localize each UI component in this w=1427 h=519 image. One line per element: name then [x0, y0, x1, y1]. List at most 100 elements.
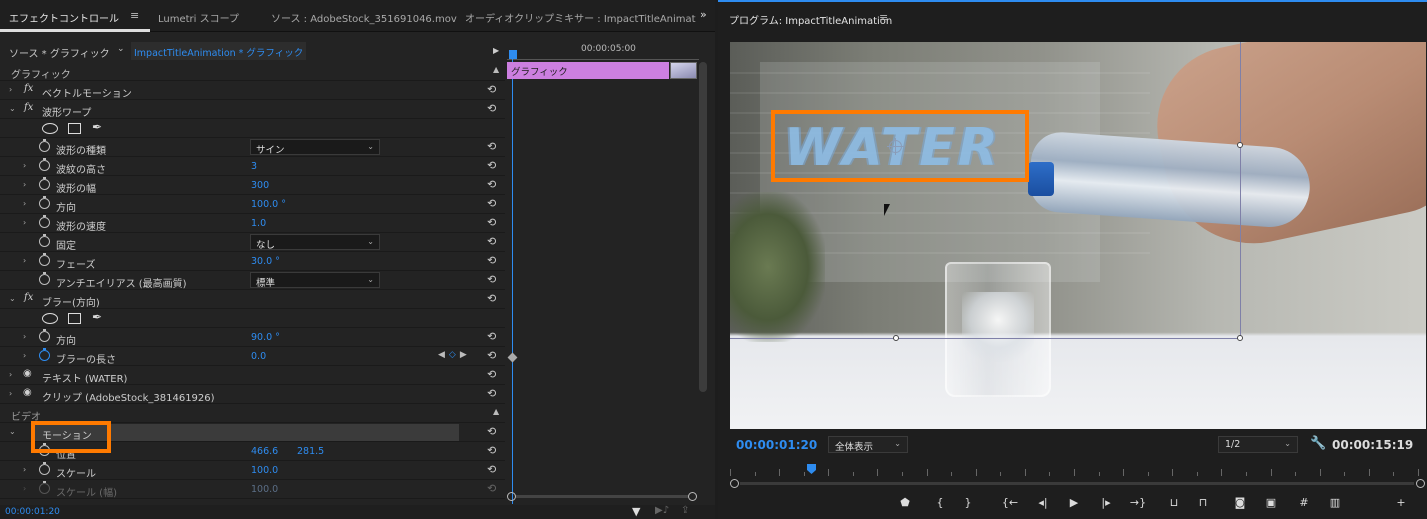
clip-transition-thumb[interactable] — [670, 62, 697, 79]
stopwatch-icon[interactable] — [39, 253, 50, 266]
blur-length-value[interactable]: 0.0 — [251, 351, 266, 362]
reset-icon[interactable]: ⟲ — [487, 140, 496, 153]
twirl-right-icon[interactable]: › — [23, 256, 26, 265]
reset-icon[interactable]: ⟲ — [487, 159, 496, 172]
mark-in-button[interactable]: { — [930, 496, 950, 509]
anchor-point-icon[interactable] — [887, 138, 904, 155]
keyframe-navigator[interactable]: ◀◇▶ — [438, 350, 471, 360]
prev-keyframe-icon[interactable]: ◀ — [438, 350, 449, 360]
tab-audio-clip-mixer[interactable]: オーディオクリップミキサー : ImpactTitleAnimat — [465, 10, 696, 25]
twirl-right-icon[interactable]: › — [23, 199, 26, 208]
timeline-zoom-scrollbar[interactable] — [507, 492, 699, 501]
position-x-value[interactable]: 466.6 — [251, 446, 278, 457]
reset-icon[interactable]: ⟲ — [487, 463, 496, 476]
wrench-icon[interactable]: 🔧 — [1310, 436, 1326, 451]
transform-handle[interactable] — [1237, 142, 1243, 148]
position-y-value[interactable]: 281.5 — [297, 446, 324, 457]
scroll-end-knob[interactable] — [1416, 479, 1425, 488]
reset-icon[interactable]: ⟲ — [487, 83, 496, 96]
pen-mask-icon[interactable]: ✒ — [92, 310, 102, 324]
twirl-right-icon[interactable]: › — [23, 484, 26, 493]
stopwatch-icon[interactable] — [39, 139, 50, 152]
reset-icon[interactable]: ⟲ — [487, 102, 496, 115]
layer-row-text[interactable]: › ◉ テキスト (WATER) ⟲ — [0, 366, 505, 385]
graphic-clip-bar[interactable]: グラフィック — [507, 62, 669, 79]
step-back-button[interactable]: ◂| — [1033, 496, 1053, 509]
program-video-frame[interactable]: WATER — [730, 42, 1426, 429]
export-icon[interactable]: ⇪ — [681, 505, 689, 516]
stopwatch-icon[interactable] — [39, 234, 50, 247]
chevron-down-icon[interactable]: ⌄ — [117, 44, 125, 54]
export-frame-button[interactable]: ◙ — [1230, 496, 1250, 509]
twirl-down-icon[interactable]: ⌄ — [9, 104, 16, 113]
stopwatch-icon[interactable] — [39, 329, 50, 342]
eye-icon[interactable]: ◉ — [23, 387, 32, 398]
stopwatch-icon[interactable] — [39, 481, 50, 494]
reset-icon[interactable]: ⟲ — [487, 273, 496, 286]
timeline-ruler[interactable] — [507, 54, 699, 60]
stopwatch-icon[interactable] — [39, 215, 50, 228]
fx-icon[interactable]: fx — [24, 83, 33, 94]
tab-effect-controls[interactable]: エフェクトコントロール — [9, 10, 119, 25]
twirl-down-icon[interactable]: ⌄ — [9, 294, 16, 303]
button-editor-add-button[interactable]: + — [1391, 496, 1411, 509]
stopwatch-icon[interactable] — [39, 272, 50, 285]
wave-height-value[interactable]: 3 — [251, 161, 257, 172]
scale-value[interactable]: 100.0 — [251, 465, 278, 476]
comparison-view-button[interactable]: ▣ — [1261, 496, 1281, 509]
blur-direction-value[interactable]: 90.0 ° — [251, 332, 280, 343]
mark-out-button[interactable]: } — [958, 496, 978, 509]
go-to-in-button[interactable]: {← — [1000, 496, 1020, 509]
twirl-right-icon[interactable]: › — [9, 389, 12, 398]
play-audio-icon[interactable]: ▶♪ — [655, 505, 669, 516]
phase-value[interactable]: 30.0 ° — [251, 256, 280, 267]
pinning-select[interactable]: なし ⌄ — [250, 234, 380, 251]
twirl-right-icon[interactable]: › — [23, 351, 26, 360]
scrollbar-thumb[interactable] — [699, 62, 707, 392]
twirl-right-icon[interactable]: › — [23, 218, 26, 227]
reset-icon[interactable]: ⟲ — [487, 235, 496, 248]
fx-icon[interactable]: fx — [24, 292, 33, 303]
effect-row-vector-motion[interactable]: › fx ベクトルモーション ⟲ — [0, 81, 505, 100]
scale-width-value[interactable]: 100.0 — [251, 484, 278, 495]
playhead-icon[interactable] — [807, 464, 816, 474]
twirl-right-icon[interactable]: › — [9, 370, 12, 379]
reset-icon[interactable]: ⟲ — [487, 444, 496, 457]
antialias-select[interactable]: 標準 ⌄ — [250, 272, 380, 289]
playhead-timecode[interactable]: 00:00:01:20 — [736, 438, 817, 452]
twirl-right-icon[interactable]: › — [23, 465, 26, 474]
rectangle-mask-icon[interactable] — [68, 313, 81, 324]
reset-icon[interactable]: ⟲ — [487, 197, 496, 210]
effect-row-wave-warp[interactable]: ⌄ fx 波形ワープ ⟲ — [0, 100, 505, 119]
step-forward-button[interactable]: |▸ — [1096, 496, 1116, 509]
vertical-scrollbar[interactable] — [699, 62, 707, 392]
collapse-up-icon[interactable]: ▲ — [493, 65, 499, 74]
twirl-right-icon[interactable]: › — [23, 161, 26, 170]
effect-row-directional-blur[interactable]: ⌄ fx ブラー(方向) ⟲ — [0, 290, 505, 309]
playhead-icon[interactable] — [509, 50, 517, 59]
pen-mask-icon[interactable]: ✒ — [92, 120, 102, 134]
sequence-clip-label[interactable]: ImpactTitleAnimation * グラフィック — [131, 42, 306, 60]
next-keyframe-icon[interactable]: ▶ — [460, 350, 471, 360]
scroll-end-knob[interactable] — [688, 492, 697, 501]
rectangle-mask-icon[interactable] — [68, 123, 81, 134]
reset-icon[interactable]: ⟲ — [487, 368, 496, 381]
show-timeline-toggle-icon[interactable]: ▶ — [493, 46, 499, 55]
filter-icon[interactable]: ▼ — [632, 505, 640, 518]
tab-lumetri-scopes[interactable]: Lumetri スコープ — [158, 10, 239, 25]
keyframe-diamond-icon[interactable] — [507, 352, 518, 363]
reset-icon[interactable]: ⟲ — [487, 349, 496, 362]
twirl-right-icon[interactable]: › — [23, 180, 26, 189]
go-to-out-button[interactable]: →} — [1128, 496, 1148, 509]
multi-camera-button[interactable]: ▥ — [1325, 496, 1345, 509]
play-button[interactable]: ▶ — [1064, 496, 1084, 509]
reset-icon[interactable]: ⟲ — [487, 482, 496, 495]
program-zoom-scrollbar[interactable] — [730, 479, 1426, 489]
add-keyframe-icon[interactable]: ◇ — [449, 350, 460, 360]
reset-icon[interactable]: ⟲ — [487, 425, 496, 438]
tab-source[interactable]: ソース : AdobeStock_351691046.mov — [271, 10, 457, 25]
lift-button[interactable]: ⊔ — [1164, 496, 1184, 509]
ellipse-mask-icon[interactable] — [42, 123, 58, 134]
fx-icon[interactable]: fx — [24, 102, 33, 113]
reset-icon[interactable]: ⟲ — [487, 178, 496, 191]
